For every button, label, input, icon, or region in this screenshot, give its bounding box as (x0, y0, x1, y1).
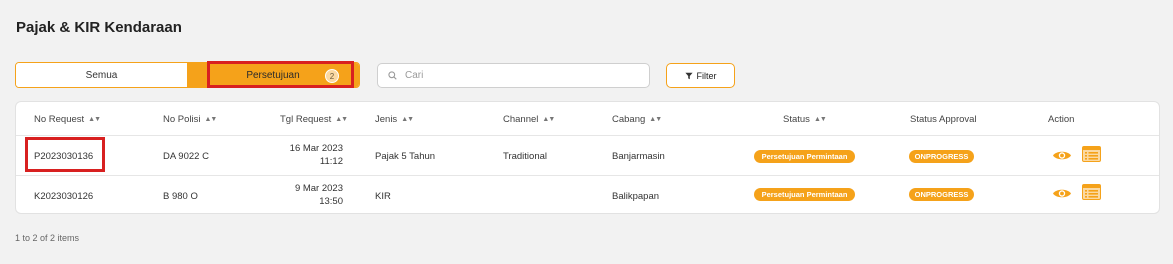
table-row[interactable]: P2023030136 DA 9022 C 16 Mar 2023 11:12 … (16, 136, 1159, 176)
jenis: KIR (375, 191, 391, 202)
approval-status-badge: ONPROGRESS (909, 150, 974, 163)
filter-button[interactable]: Filter (666, 63, 735, 88)
sort-icon: ▲▼ (335, 116, 348, 123)
status-badge: Persetujuan Permintaan (754, 188, 855, 201)
eye-icon[interactable] (1052, 149, 1072, 162)
filter-label: Filter (696, 70, 717, 81)
col-status[interactable]: Status ▲▼ (783, 114, 827, 125)
sort-icon: ▲▼ (88, 116, 101, 123)
sort-icon: ▲▼ (813, 116, 827, 123)
tgl-request: 9 Mar 2023 13:50 (294, 183, 343, 207)
table-header: No Request ▲▼ No Polisi ▲▼ Tgl Request ▲▼ J… (16, 102, 1159, 136)
tab-all[interactable]: Semua (16, 63, 187, 87)
tab-group: Semua Persetujuan 2 (15, 62, 360, 88)
col-tgl-request[interactable]: Tgl Request ▲▼ (280, 114, 348, 125)
search-icon (388, 71, 397, 80)
tab-approval[interactable]: Persetujuan 2 (187, 63, 359, 87)
table-row[interactable]: K2023030126 B 980 O 9 Mar 2023 13:50 KIR… (16, 176, 1159, 214)
cabang: Balikpapan (612, 191, 660, 202)
filter-icon (684, 72, 693, 79)
search-input[interactable] (405, 70, 625, 81)
no-polisi: DA 9022 C (163, 151, 209, 162)
tab-all-label: Semua (85, 69, 118, 81)
list-detail-icon[interactable] (1082, 184, 1101, 200)
approval-count-badge: 2 (325, 69, 339, 83)
col-cabang[interactable]: Cabang ▲▼ (612, 114, 662, 125)
approval-status-badge: ONPROGRESS (909, 188, 974, 201)
col-no-request[interactable]: No Request ▲▼ (34, 114, 101, 125)
eye-icon[interactable] (1052, 187, 1072, 200)
col-jenis[interactable]: Jenis ▲▼ (375, 114, 414, 125)
no-polisi: B 980 O (163, 191, 198, 202)
channel: Traditional (503, 151, 548, 162)
status-badge: Persetujuan Permintaan (754, 150, 855, 163)
tab-approval-label: Persetujuan (246, 69, 300, 81)
request-table: No Request ▲▼ No Polisi ▲▼ Tgl Request ▲▼ J… (15, 101, 1160, 214)
pagination-summary: 1 to 2 of 2 items (15, 233, 80, 243)
cabang: Banjarmasin (612, 151, 665, 162)
page-title: Pajak & KIR Kendaraan (16, 19, 182, 36)
col-action: Action (1048, 114, 1075, 125)
sort-icon: ▲▼ (649, 116, 662, 123)
tgl-request: 16 Mar 2023 11:12 (289, 143, 343, 167)
no-request[interactable]: P2023030136 (34, 151, 93, 162)
jenis: Pajak 5 Tahun (375, 151, 436, 162)
list-detail-icon[interactable] (1082, 146, 1101, 162)
no-request[interactable]: K2023030126 (34, 191, 93, 202)
search-box (377, 63, 650, 88)
sort-icon: ▲▼ (542, 116, 555, 123)
col-channel[interactable]: Channel ▲▼ (503, 114, 555, 125)
sort-icon: ▲▼ (401, 116, 414, 123)
sort-icon: ▲▼ (204, 116, 218, 123)
col-status-approval: Status Approval (910, 114, 977, 125)
col-no-polisi[interactable]: No Polisi ▲▼ (163, 114, 218, 125)
